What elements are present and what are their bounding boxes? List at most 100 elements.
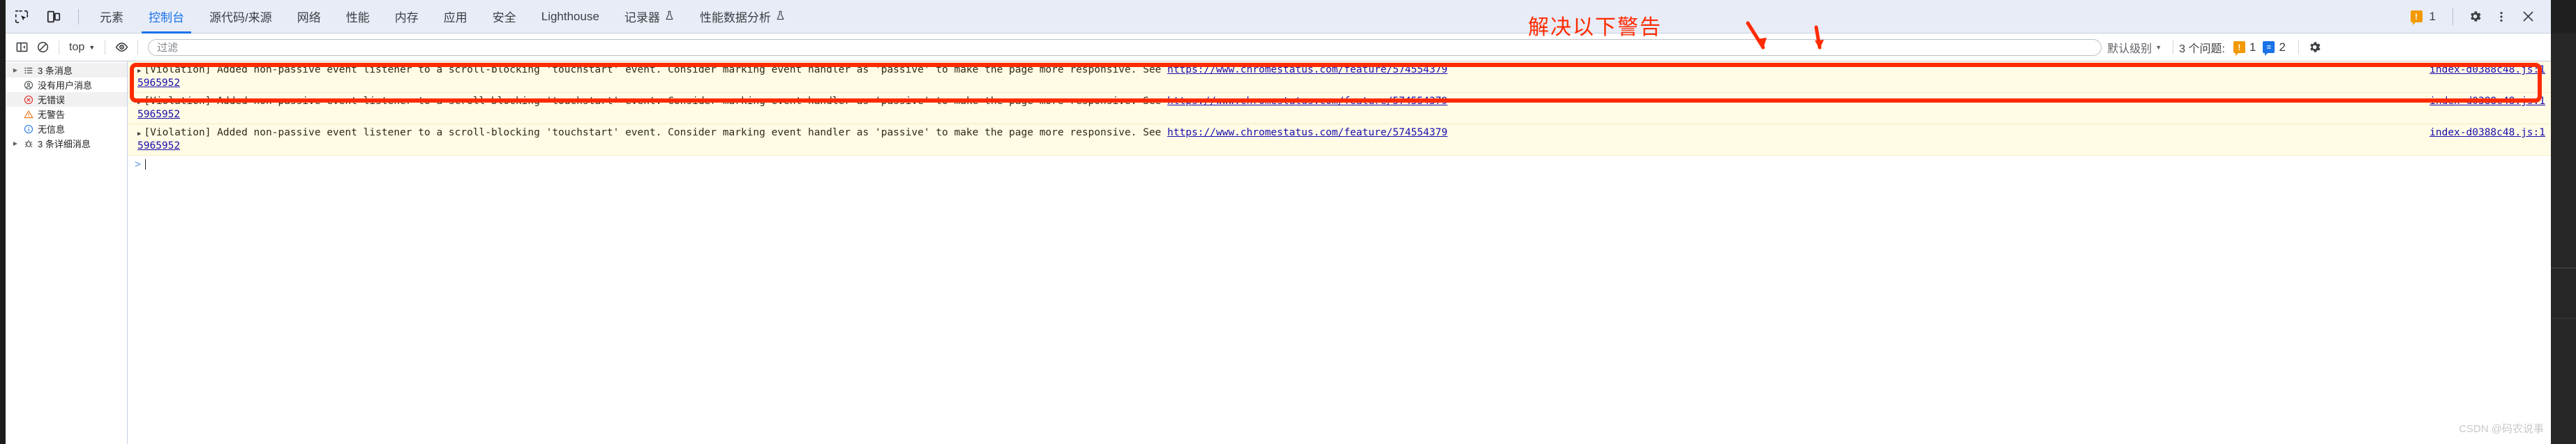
close-icon[interactable]: [2516, 5, 2540, 29]
clear-console-icon[interactable]: [32, 37, 53, 58]
console-message-row[interactable]: ▶ [Violation] Added non-passive event lis…: [128, 93, 2551, 124]
sidebar-item-info[interactable]: ▶ 无信息: [6, 121, 127, 136]
text-caret: [145, 158, 147, 170]
chromestatus-link[interactable]: https://www.chromestatus.com/feature/574…: [1167, 64, 1448, 75]
page-left-edge: [0, 0, 6, 444]
expand-triangle-icon[interactable]: ▶: [137, 68, 141, 75]
sidebar-item-verbose[interactable]: ▶ 3 条详细消息: [6, 136, 127, 151]
tabbar-warning-count: 1: [2429, 9, 2436, 23]
tab-performance[interactable]: 性能: [334, 0, 382, 34]
experimental-flask-icon: [775, 10, 786, 24]
source-file-link[interactable]: index-d0388c48.js:1: [2429, 64, 2545, 76]
tab-label: 元素: [100, 11, 123, 24]
source-file-link[interactable]: index-d0388c48.js:1: [2429, 127, 2545, 139]
chevron-down-icon: ▼: [89, 43, 96, 51]
expand-triangle-icon[interactable]: ▶: [11, 67, 20, 73]
tab-application[interactable]: 应用: [431, 0, 480, 34]
warning-triangle-icon: [22, 110, 35, 119]
spacer: ▶: [11, 111, 20, 117]
chromestatus-link-wrap[interactable]: 5965952: [137, 140, 180, 151]
sidebar-item-warnings[interactable]: ▶ 无警告: [6, 107, 127, 121]
console-message-row[interactable]: ▶ [Violation] Added non-passive event lis…: [128, 61, 2551, 93]
tab-lighthouse[interactable]: Lighthouse: [529, 0, 612, 34]
filter-placeholder: 过滤: [157, 42, 179, 54]
tab-memory[interactable]: 内存: [382, 0, 431, 34]
console-message-text: [Violation] Added non-passive event list…: [144, 127, 1168, 138]
tab-elements[interactable]: 元素: [87, 0, 136, 34]
chromestatus-link[interactable]: https://www.chromestatus.com/feature/574…: [1167, 127, 1448, 138]
expand-triangle-icon[interactable]: ▶: [137, 99, 141, 106]
sidebar-item-label: 没有用户消息: [38, 80, 93, 91]
page-right-edge: [2551, 0, 2576, 444]
chromestatus-link-wrap[interactable]: 5965952: [137, 109, 180, 120]
issues-warning-badge: !: [2233, 41, 2245, 56]
tabbar-warning-badge[interactable]: !: [2410, 10, 2423, 25]
tab-label: 源代码/来源: [209, 11, 272, 24]
console-message-text: [Violation] Added non-passive event list…: [144, 96, 1168, 107]
expand-triangle-icon[interactable]: ▶: [11, 140, 20, 147]
chromestatus-link[interactable]: https://www.chromestatus.com/feature/574…: [1167, 96, 1448, 107]
console-message-wrap-line: 5965952: [137, 140, 2545, 152]
sidebar-item-user-messages[interactable]: ▶ 没有用户消息: [6, 77, 127, 92]
tab-recorder[interactable]: 记录器: [612, 0, 687, 34]
console-body: ▶3 条消息▶没有用户消息▶无错误▶无警告▶无信息▶3 条详细消息 ▶[Viol…: [6, 61, 2551, 444]
issues-info-count: 2: [2279, 40, 2286, 54]
tab-label: Lighthouse: [541, 9, 599, 23]
tab-console[interactable]: 控制台: [136, 0, 197, 34]
console-prompt[interactable]: >: [128, 156, 2551, 172]
tab-label: 网络: [297, 11, 321, 24]
device-toolbar-icon[interactable]: [38, 1, 70, 33]
tabbar-right-controls: ! 1: [2410, 0, 2551, 34]
chevron-down-icon: ▼: [2155, 43, 2162, 51]
tab-network[interactable]: 网络: [285, 0, 334, 34]
execution-context-selector[interactable]: top ▼: [65, 41, 99, 54]
console-message-text: [Violation] Added non-passive event list…: [144, 64, 1168, 75]
issues-label: 3 个问题:: [2179, 43, 2225, 55]
console-message-line: ▶ [Violation] Added non-passive event lis…: [137, 64, 2545, 77]
sidebar-item-label: 无警告: [38, 110, 66, 120]
kebab-menu-icon[interactable]: [2489, 5, 2513, 29]
message-list-icon: [22, 66, 35, 75]
tab-label: 记录器: [624, 11, 660, 24]
tab-label: 控制台: [149, 11, 184, 24]
issues-summary[interactable]: 3 个问题: ! 1 ≡ 2: [2179, 39, 2293, 56]
console-toolbar: top ▼ 过滤 默认级别 ▼ 3 个问题: ! 1 ≡ 2: [6, 34, 2551, 61]
console-message-row[interactable]: ▶ [Violation] Added non-passive event lis…: [128, 124, 2551, 156]
console-message-line: ▶ [Violation] Added non-passive event lis…: [137, 96, 2545, 109]
tab-label: 应用: [443, 11, 467, 24]
log-level-selector[interactable]: 默认级别 ▼: [2102, 39, 2167, 56]
user-message-icon: [22, 80, 35, 90]
console-sidebar-toggle-icon[interactable]: [11, 37, 32, 58]
live-expression-eye-icon[interactable]: [111, 37, 132, 58]
devtools-tabs: 元素 控制台 源代码/来源 网络 性能 内存 应用 安全 Lighthouse 记录器 性能数据分析: [87, 0, 798, 34]
experimental-flask-icon: [664, 10, 675, 24]
gear-icon[interactable]: [2463, 5, 2487, 29]
tab-performance-insights[interactable]: 性能数据分析: [687, 0, 798, 34]
tab-security[interactable]: 安全: [480, 0, 529, 34]
issues-info-badge: ≡: [2263, 41, 2275, 56]
sidebar-item-messages[interactable]: ▶ 3 条消息: [6, 63, 127, 77]
devtools-tabbar: 元素 控制台 源代码/来源 网络 性能 内存 应用 安全 Lighthouse 记录器 性能数据分析…: [6, 0, 2551, 34]
prompt-chevron-icon: >: [135, 158, 142, 170]
chromestatus-link-wrap[interactable]: 5965952: [137, 77, 180, 89]
console-message-wrap-line: 5965952: [137, 109, 2545, 121]
source-file-link[interactable]: index-d0388c48.js:1: [2429, 96, 2545, 108]
filter-input[interactable]: 过滤: [148, 38, 2102, 56]
issues-warning-count: 1: [2249, 40, 2256, 54]
execution-context-label: top: [69, 40, 85, 53]
sidebar-item-label: 3 条详细消息: [38, 139, 91, 149]
console-message-wrap-line: 5965952: [137, 77, 2545, 89]
tab-sources[interactable]: 源代码/来源: [197, 0, 285, 34]
tabbar-divider: [78, 8, 79, 24]
console-settings-gear-icon[interactable]: [2305, 37, 2326, 58]
sidebar-item-errors[interactable]: ▶ 无错误: [6, 92, 127, 107]
bug-verbose-icon: [22, 139, 35, 149]
sidebar-item-label: 3 条消息: [38, 66, 73, 76]
log-level-label: 默认级别: [2107, 43, 2152, 55]
sidebar-item-label: 无错误: [38, 95, 66, 105]
expand-triangle-icon[interactable]: ▶: [137, 131, 141, 138]
tab-label: 内存: [394, 11, 419, 24]
inspect-element-icon[interactable]: [6, 1, 38, 33]
devtools-screenshot: 元素 控制台 源代码/来源 网络 性能 内存 应用 安全 Lighthouse 记录器 性能数据分析…: [0, 0, 2576, 444]
spacer: ▶: [11, 96, 20, 103]
